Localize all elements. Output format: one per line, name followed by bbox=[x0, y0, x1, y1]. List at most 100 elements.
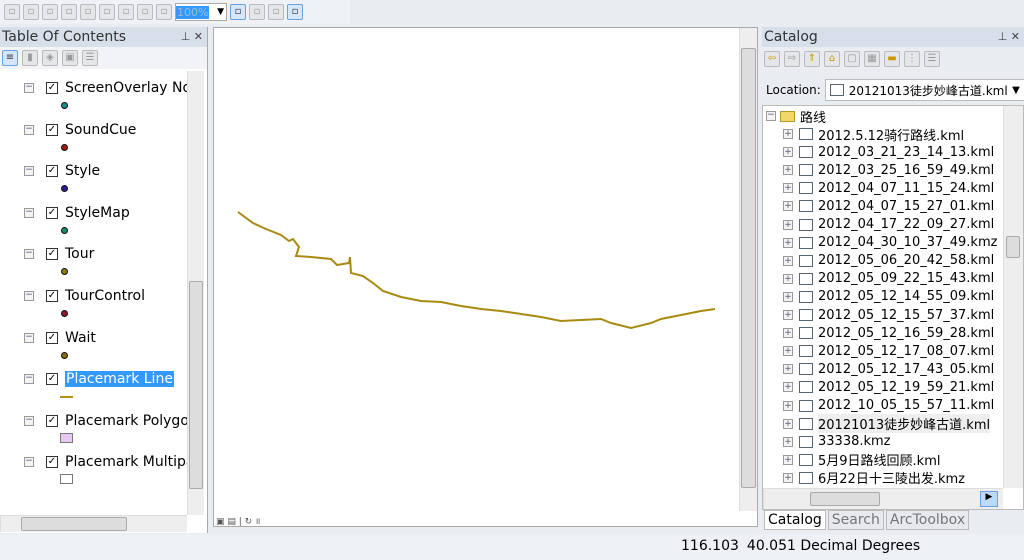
layer-name[interactable]: Wait bbox=[65, 330, 96, 346]
catalog-tree-icon[interactable]: ⋮ bbox=[904, 51, 920, 67]
home-icon[interactable]: ⌂ bbox=[824, 51, 840, 67]
view-toggle-icons[interactable]: ▣ ▤ | ↻ ॥ bbox=[216, 514, 260, 527]
collapse-icon[interactable]: − bbox=[766, 111, 776, 121]
catalog-item[interactable]: +2012_05_06_20_42_58.kml bbox=[783, 252, 994, 270]
expand-icon[interactable]: + bbox=[783, 454, 793, 465]
expand-icon[interactable]: + bbox=[783, 472, 793, 483]
catalog-item[interactable]: +5月9日路线回顾.kml bbox=[783, 451, 940, 469]
toc-vertical-scrollbar[interactable] bbox=[187, 71, 204, 515]
expand-icon[interactable]: + bbox=[783, 436, 793, 447]
location-dropdown[interactable]: 20121013徒步妙峰古道.kml ▼ bbox=[824, 79, 1024, 101]
catalog-item[interactable]: +2012_05_12_14_55_09.kml bbox=[783, 288, 994, 306]
layer-name[interactable]: StyleMap bbox=[65, 205, 130, 221]
collapse-icon[interactable]: − bbox=[24, 332, 34, 343]
catalog-item[interactable]: +2012_04_07_15_27_01.kml bbox=[783, 197, 994, 215]
layer-row[interactable]: − ✓ StyleMap bbox=[24, 204, 130, 222]
catalog-horizontal-scrollbar[interactable]: ▶ bbox=[763, 488, 1003, 509]
catalog-item[interactable]: +2012_05_12_16_59_28.kml bbox=[783, 324, 994, 342]
zoom-in-icon[interactable]: ▫ bbox=[4, 4, 20, 20]
list-by-drawing-order-icon[interactable]: ≡ bbox=[2, 50, 18, 66]
catalog-item[interactable]: +2012_05_12_15_57_37.kml bbox=[783, 306, 994, 324]
layer-name[interactable]: SoundCue bbox=[65, 122, 136, 138]
list-by-source-icon[interactable]: ▮ bbox=[22, 50, 38, 66]
list-by-visibility-icon[interactable]: ◈ bbox=[42, 50, 58, 66]
catalog-item[interactable]: +2012_04_30_10_37_49.kmz bbox=[783, 234, 997, 252]
zoom-out-icon[interactable]: ▫ bbox=[23, 4, 39, 20]
layer-row[interactable]: − ✓ Placemark Multipat bbox=[24, 453, 200, 471]
pin-close-icons[interactable]: ⊥ ✕ bbox=[998, 27, 1020, 47]
layer-visibility-checkbox[interactable]: ✓ bbox=[46, 82, 58, 94]
collapse-icon[interactable]: − bbox=[24, 83, 34, 93]
connect-folder-icon[interactable]: ▢ bbox=[844, 51, 860, 67]
layer-visibility-checkbox[interactable]: ✓ bbox=[46, 248, 58, 261]
layer-row[interactable]: − ✓ Wait bbox=[24, 329, 96, 347]
pin-close-icons[interactable]: ⊥ ✕ bbox=[181, 27, 203, 47]
catalog-item[interactable]: +2012_05_12_19_59_21.kml bbox=[783, 378, 994, 396]
expand-icon[interactable]: + bbox=[783, 201, 793, 212]
catalog-item[interactable]: +2012_04_17_22_09_27.kml bbox=[783, 216, 994, 234]
expand-icon[interactable]: + bbox=[783, 147, 793, 158]
collapse-icon[interactable]: − bbox=[24, 374, 34, 385]
expand-icon[interactable]: + bbox=[783, 310, 793, 320]
catalog-item[interactable]: +6月22日十三陵出发.kmz bbox=[783, 469, 965, 487]
map-view[interactable]: ▣ ▤ | ↻ ॥ bbox=[213, 27, 758, 527]
data-driven-pages-icon[interactable]: ▫ bbox=[287, 4, 303, 20]
views-icon[interactable]: ▦ bbox=[864, 51, 880, 67]
chevron-down-icon[interactable]: ▼ bbox=[217, 7, 226, 17]
catalog-item[interactable]: +2012_03_25_16_59_49.kml bbox=[783, 161, 994, 179]
layer-visibility-checkbox[interactable]: ✓ bbox=[46, 331, 58, 344]
layer-name[interactable]: TourControl bbox=[65, 288, 145, 304]
catalog-item[interactable]: +2012_04_07_11_15_24.kml bbox=[783, 179, 994, 197]
toc-horizontal-scrollbar[interactable] bbox=[0, 515, 187, 532]
expand-icon[interactable]: + bbox=[783, 328, 793, 339]
catalog-item[interactable]: +2012_05_12_17_08_07.kml bbox=[783, 342, 994, 360]
layer-name[interactable]: Placemark Multipat bbox=[65, 454, 200, 470]
layer-visibility-checkbox[interactable]: ✓ bbox=[46, 373, 58, 386]
expand-icon[interactable]: + bbox=[783, 237, 793, 248]
layer-visibility-checkbox[interactable]: ✓ bbox=[46, 123, 58, 136]
layer-name[interactable]: Placemark Polygon bbox=[65, 413, 198, 429]
expand-icon[interactable]: + bbox=[783, 183, 793, 194]
layer-name[interactable]: Tour bbox=[65, 246, 94, 262]
catalog-item[interactable]: +2012_10_05_15_57_11.kml bbox=[783, 397, 994, 415]
forward-icon[interactable]: ▫ bbox=[156, 4, 172, 20]
layer-visibility-checkbox[interactable]: ✓ bbox=[46, 414, 58, 427]
expand-icon[interactable]: + bbox=[783, 255, 793, 266]
zoom-percent-dropdown[interactable]: 100% ▼ bbox=[175, 3, 227, 21]
expand-icon[interactable]: + bbox=[783, 165, 793, 176]
expand-icon[interactable]: + bbox=[783, 364, 793, 375]
layer-row[interactable]: − ✓ TourControl bbox=[24, 287, 145, 305]
layer-visibility-checkbox[interactable]: ✓ bbox=[46, 206, 58, 219]
layer-row[interactable]: − ✓ Placemark Line bbox=[24, 370, 174, 388]
collapse-icon[interactable]: − bbox=[24, 124, 34, 135]
fixed-zoom-icon[interactable]: ▫ bbox=[80, 4, 96, 20]
expand-icon[interactable]: + bbox=[783, 291, 793, 302]
list-by-selection-icon[interactable]: ▣ bbox=[62, 50, 78, 66]
zoom-whole-page-icon[interactable]: ▫ bbox=[99, 4, 115, 20]
layer-visibility-checkbox[interactable]: ✓ bbox=[46, 290, 58, 302]
chevron-down-icon[interactable]: ▼ bbox=[1012, 85, 1024, 96]
layer-visibility-checkbox[interactable]: ✓ bbox=[46, 456, 58, 469]
layer-row[interactable]: − ✓ ScreenOverlay NoG bbox=[24, 79, 202, 97]
tab-catalog[interactable]: Catalog bbox=[764, 510, 826, 530]
collapse-icon[interactable]: − bbox=[24, 207, 34, 218]
expand-icon[interactable]: + bbox=[783, 400, 793, 411]
layer-name[interactable]: ScreenOverlay NoG bbox=[65, 80, 202, 96]
layer-row[interactable]: − ✓ Style bbox=[24, 162, 100, 180]
catalog-item[interactable]: +2012_05_12_17_43_05.kml bbox=[783, 360, 994, 378]
layer-row[interactable]: − ✓ Placemark Polygon bbox=[24, 412, 198, 430]
layer-name[interactable]: Placemark Line bbox=[65, 371, 174, 388]
back-icon[interactable]: ▫ bbox=[137, 4, 153, 20]
folder-node[interactable]: − 路线 bbox=[766, 107, 826, 126]
tab-search[interactable]: Search bbox=[827, 510, 884, 530]
map-canvas[interactable] bbox=[214, 28, 759, 528]
forward-icon[interactable]: ⇨ bbox=[784, 51, 800, 67]
up-one-level-icon[interactable]: ⇑ bbox=[804, 51, 820, 67]
expand-icon[interactable]: + bbox=[783, 129, 793, 139]
catalog-item[interactable]: +33338.kmz bbox=[783, 433, 891, 451]
new-folder-icon[interactable]: ▬ bbox=[884, 51, 900, 67]
tab-arctoolbox[interactable]: ArcToolbox bbox=[885, 510, 970, 530]
expand-icon[interactable]: + bbox=[783, 346, 793, 357]
catalog-item[interactable]: +2012_03_21_23_14_13.kml bbox=[783, 143, 994, 161]
layer-row[interactable]: − ✓ SoundCue bbox=[24, 121, 136, 139]
